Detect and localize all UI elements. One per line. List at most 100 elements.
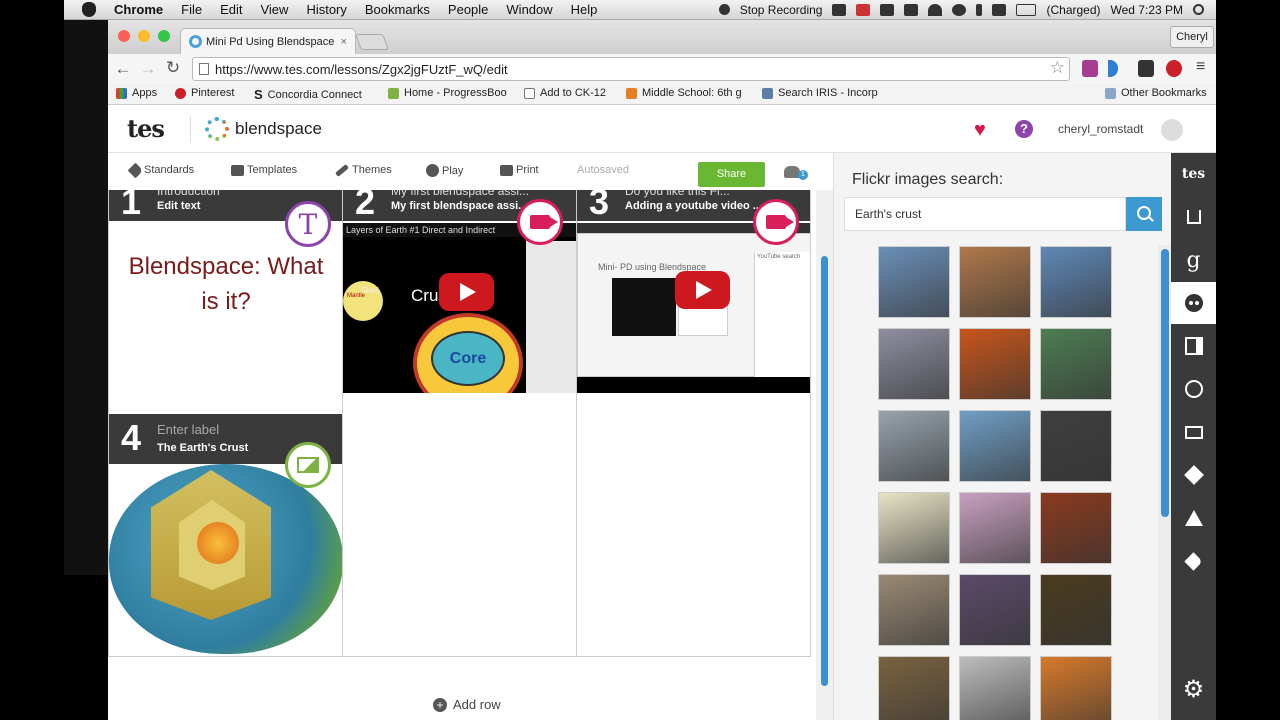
split-icon[interactable] (1171, 325, 1216, 367)
help-icon[interactable]: ? (1015, 120, 1033, 138)
dropbox-icon[interactable] (1171, 454, 1216, 496)
menu-app-name[interactable]: Chrome (114, 2, 163, 17)
flickr-result-image[interactable] (1040, 246, 1112, 318)
other-bookmarks[interactable]: Other Bookmarks (1105, 87, 1207, 99)
globe-icon[interactable] (1171, 368, 1216, 410)
editor-scrollbar[interactable] (816, 190, 833, 720)
tile-subtitle[interactable]: The Earth's Crust (157, 442, 248, 454)
new-tab-button[interactable] (355, 34, 389, 50)
tab-active[interactable]: Mini Pd Using Blendspace × (180, 28, 356, 54)
share-button[interactable]: Share (698, 162, 765, 187)
stop-recording-icon[interactable] (718, 4, 730, 15)
play-button[interactable]: Play (426, 164, 463, 177)
bookmark-pinterest[interactable]: Pinterest (175, 87, 234, 99)
grid-status-icon[interactable] (880, 3, 895, 16)
google-icon[interactable]: g (1171, 239, 1216, 281)
tile-subtitle[interactable]: Edit text (157, 200, 200, 212)
tile-body-text[interactable]: Blendspace: What is it? (119, 249, 333, 319)
menu-window[interactable]: Window (506, 2, 552, 17)
drive-icon[interactable] (1171, 497, 1216, 539)
tile-label[interactable]: Introduction (157, 190, 220, 198)
collaborators-icon[interactable]: 1 (784, 166, 808, 180)
bookmark-apps[interactable]: Apps (116, 87, 157, 99)
extension-icon-3[interactable] (1138, 60, 1154, 77)
dropbox-status-icon[interactable] (832, 3, 847, 16)
flickr-result-image[interactable] (1040, 574, 1112, 646)
flickr-result-image[interactable] (959, 656, 1031, 720)
pinterest-extension-icon[interactable] (1166, 60, 1182, 77)
wifi-icon[interactable] (928, 3, 943, 16)
menu-file[interactable]: File (181, 2, 202, 17)
flickr-result-image[interactable] (878, 492, 950, 564)
flickr-icon[interactable] (1171, 282, 1216, 324)
avatar[interactable] (1161, 119, 1183, 141)
panel-scrollbar[interactable] (1158, 245, 1172, 720)
close-window-button[interactable] (118, 30, 130, 42)
templates-button[interactable]: Templates (231, 164, 297, 176)
menu-edit[interactable]: Edit (220, 2, 242, 17)
bookmark-concordia[interactable]: S Concordia Connect (254, 87, 362, 102)
menu-people[interactable]: People (448, 2, 488, 17)
monitor-icon[interactable] (1171, 411, 1216, 453)
tile-label[interactable]: Do you like this Fl... (625, 190, 730, 198)
apple-icon[interactable] (82, 2, 96, 17)
tile-subtitle[interactable]: Adding a youtube video ... (625, 200, 762, 212)
extension-icon-2[interactable] (1108, 60, 1118, 77)
forward-icon[interactable]: → (135, 59, 161, 79)
print-button[interactable]: Print (500, 164, 539, 176)
bluetooth-icon[interactable] (976, 3, 983, 16)
flickr-result-image[interactable] (1040, 328, 1112, 400)
upload-icon[interactable] (1171, 196, 1216, 238)
tes-logo[interactable]: tes (127, 114, 165, 143)
earth-cutaway-image[interactable] (109, 464, 342, 654)
add-row-button[interactable]: + Add row (433, 697, 501, 712)
tile-label[interactable]: My first blendspace assi... (391, 190, 529, 198)
tile-empty-6[interactable] (577, 414, 811, 657)
time-machine-icon[interactable] (952, 3, 967, 16)
menu-history[interactable]: History (306, 2, 346, 17)
display-status-icon[interactable] (904, 3, 919, 16)
editor-scroll-thumb[interactable] (821, 256, 828, 686)
youtube-play-icon[interactable] (439, 273, 494, 311)
zoom-window-button[interactable] (158, 30, 170, 42)
menu-view[interactable]: View (260, 2, 288, 17)
extension-status-icon[interactable] (856, 3, 871, 16)
heart-icon[interactable]: ♥ (974, 119, 986, 142)
tile-subtitle[interactable]: My first blendspace assi... (391, 200, 527, 212)
flickr-search-input[interactable]: Earth's crust (844, 197, 1126, 231)
address-bar[interactable]: https://www.tes.com/lessons/Zgx2jgFUztF_… (192, 57, 1070, 81)
flickr-result-image[interactable] (959, 574, 1031, 646)
video-thumbnail[interactable]: Mini- PD using Blendspace YouTube search (577, 223, 810, 393)
youtube-play-icon[interactable] (675, 271, 730, 309)
video-thumbnail[interactable]: Layers of Earth #1 Direct and Indirect M… (343, 223, 576, 393)
flickr-result-image[interactable] (878, 328, 950, 400)
tile-3[interactable]: Mini- PD using Blendspace YouTube search… (577, 190, 811, 423)
bookmark-progressbook[interactable]: Home - ProgressBoo (388, 87, 507, 99)
search-icon[interactable] (1126, 197, 1162, 231)
clock[interactable]: Wed 7:23 PM (1111, 3, 1183, 17)
flickr-result-image[interactable] (878, 656, 950, 720)
settings-icon[interactable]: ⚙ (1171, 668, 1216, 710)
flickr-result-image[interactable] (959, 246, 1031, 318)
tag-icon[interactable] (1171, 540, 1216, 582)
bookmark-ck12[interactable]: Add to CK-12 (524, 87, 606, 99)
bookmark-star-icon[interactable]: ☆ (1050, 58, 1065, 78)
menu-help[interactable]: Help (571, 2, 598, 17)
tile-empty-5[interactable] (343, 414, 577, 657)
reload-icon[interactable]: ↻ (160, 58, 186, 78)
standards-button[interactable]: Standards (127, 162, 194, 178)
flickr-result-image[interactable] (878, 246, 950, 318)
flickr-result-image[interactable] (878, 410, 950, 482)
bookmark-iris[interactable]: Search IRIS - Incorp (762, 87, 878, 99)
battery-icon[interactable] (1016, 3, 1037, 16)
flickr-result-image[interactable] (959, 410, 1031, 482)
flickr-result-image[interactable] (959, 492, 1031, 564)
bookmark-middle-school[interactable]: Middle School: 6th g (626, 87, 742, 99)
flickr-result-image[interactable] (959, 328, 1031, 400)
blendspace-logo[interactable]: blendspace (235, 119, 322, 139)
extension-icon-1[interactable] (1082, 60, 1098, 77)
tile-4[interactable]: 4 Enter label The Earth's Crust (109, 414, 343, 657)
minimize-window-button[interactable] (138, 30, 150, 42)
back-icon[interactable]: ← (110, 59, 136, 79)
menu-icon[interactable]: ≡ (1196, 58, 1205, 76)
